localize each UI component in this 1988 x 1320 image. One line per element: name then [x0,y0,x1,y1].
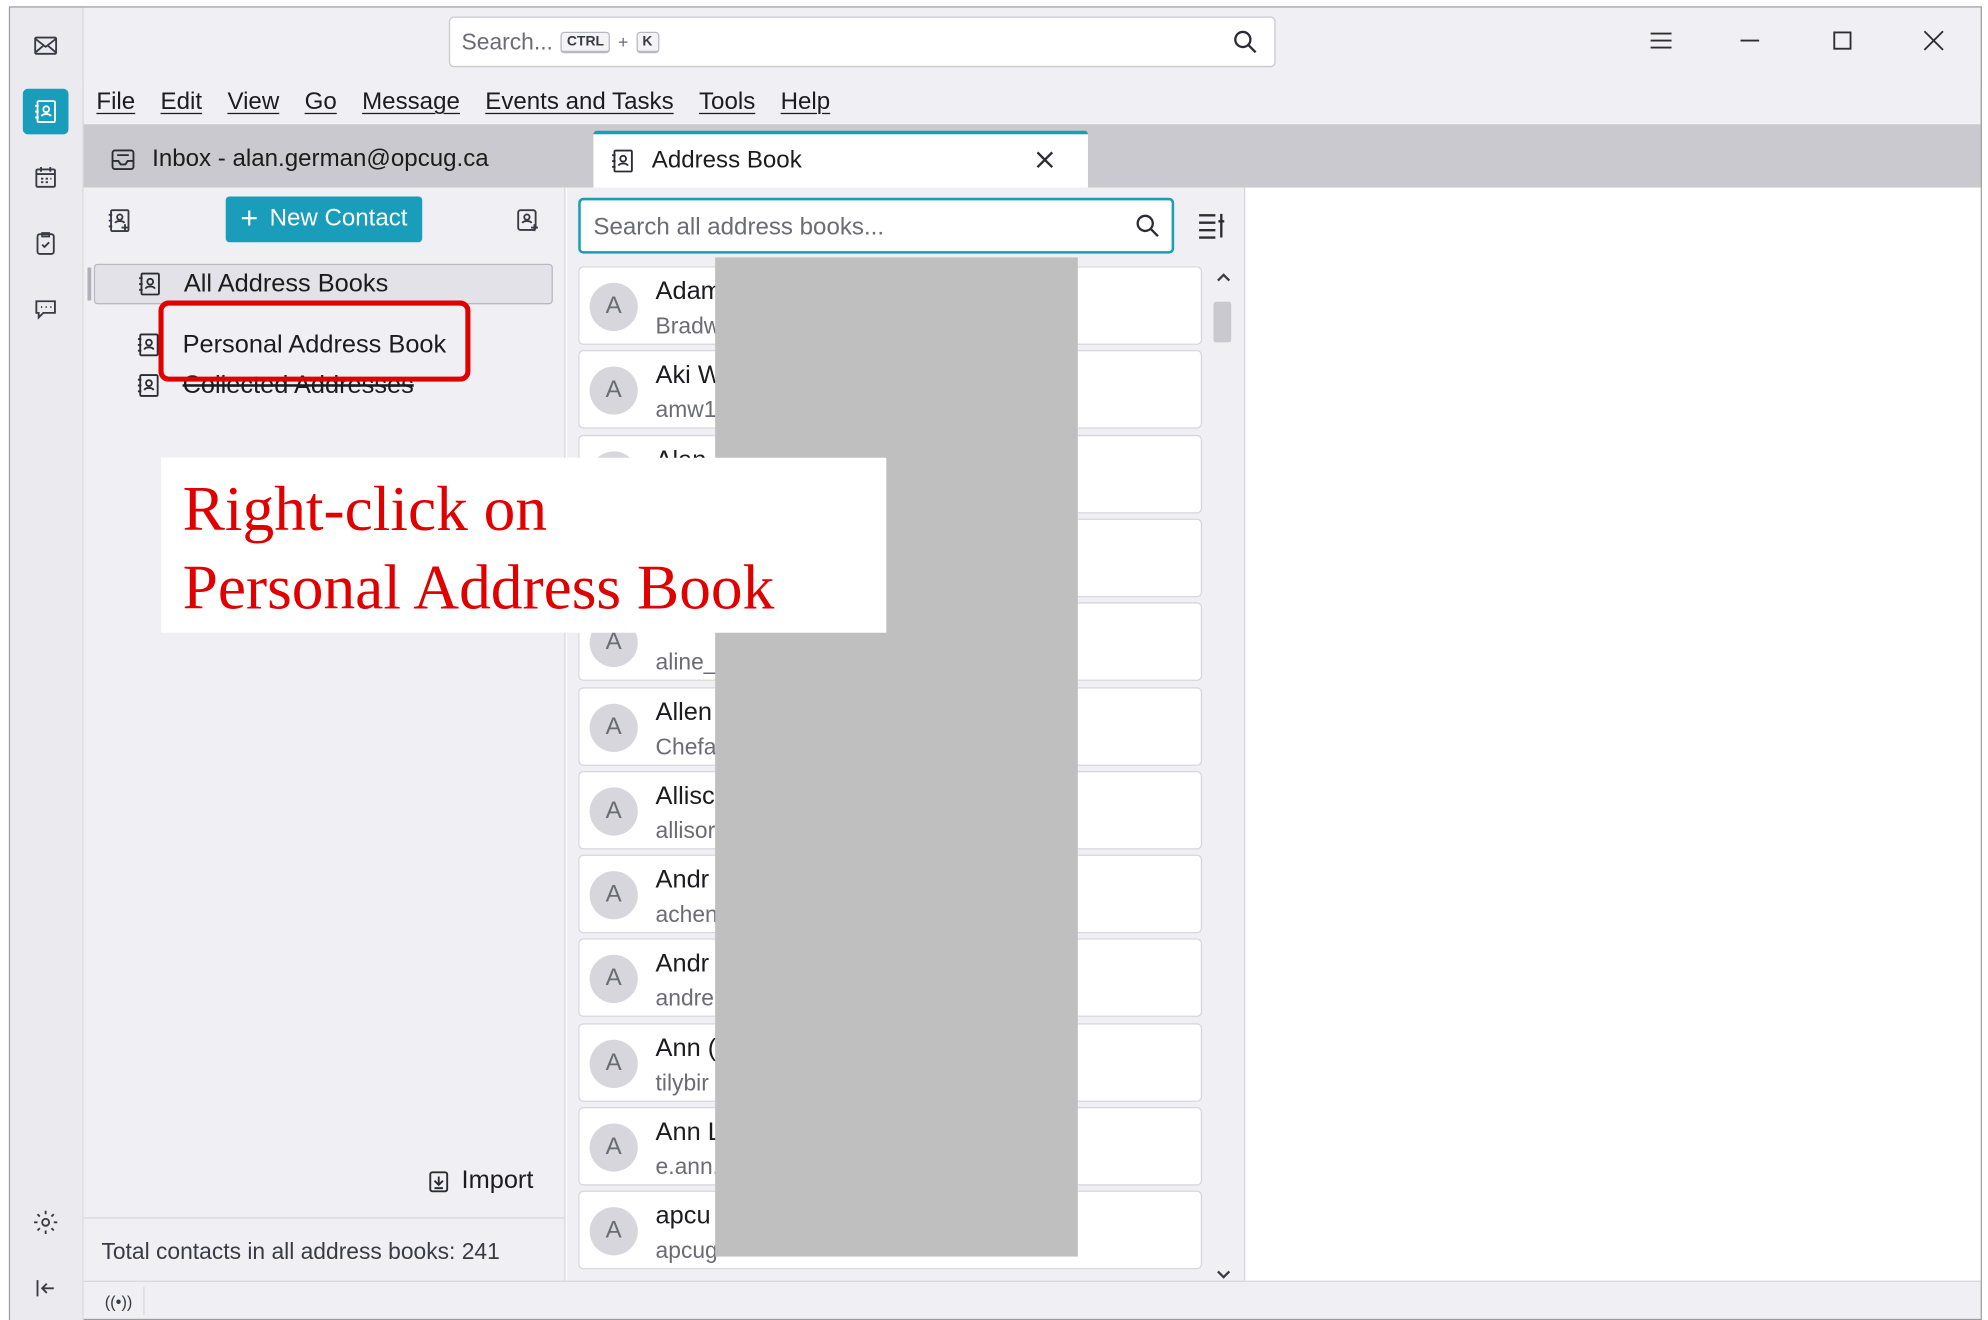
contact-name: Allen [655,698,712,726]
tab-address-book[interactable]: Address Book [593,130,1088,188]
online-status-icon[interactable]: ((•)) [94,1287,145,1315]
app-menu-hamburger-icon[interactable] [1641,20,1682,61]
menu-bar: File Edit View Go Message Events and Tas… [84,81,1981,124]
books-pane-header: + New Contact [84,188,566,256]
annotation-highlight-box [158,300,471,382]
spaces-toolbar [10,7,84,1320]
contact-avatar: A [589,787,638,836]
address-book-space-icon[interactable] [22,88,69,135]
plus-icon: + [240,201,259,236]
search-icon [1234,30,1257,54]
calendar-icon[interactable] [23,155,69,201]
import-label: Import [461,1166,534,1195]
contact-email: tilybir [655,1069,709,1096]
contact-name: Ann L [655,1118,722,1147]
menu-edit[interactable]: Edit [161,89,203,117]
contact-name: Adam [655,277,722,306]
contact-name: Ann ( [655,1034,717,1063]
new-contact-label: New Contact [269,205,408,233]
settings-gear-icon[interactable] [23,1200,69,1246]
contact-email: allisor [655,817,716,843]
address-book-icon [137,374,159,397]
menu-message[interactable]: Message [362,89,460,117]
contact-email: aline_ [655,649,717,675]
menu-file[interactable]: File [96,89,135,117]
book-all-address-books[interactable]: All Address Books [87,263,553,305]
contacts-scrollbar[interactable] [1208,266,1238,1293]
menu-help[interactable]: Help [781,89,831,117]
annotation-text: Right-click on Personal Address Book [183,469,775,626]
app-window: Search... CTRL + K File Edit View Go Mes… [0,0,1988,1320]
contact-email: amw1 [655,397,717,423]
book-label: All Address Books [183,269,389,298]
contact-avatar: A [589,366,638,416]
chat-icon[interactable] [23,287,69,333]
list-display-options-icon[interactable] [1193,208,1229,244]
address-book-icon [612,149,633,173]
contacts-search-placeholder: Search all address books... [593,214,885,241]
contact-avatar: A [589,955,638,1004]
global-search-placeholder: Search... [461,28,553,54]
contact-details-pane [1246,187,1981,1281]
contact-email: apcug [655,1237,718,1264]
redaction-block [715,257,1078,1257]
annotation-line-2: Personal Address Book [182,551,775,623]
total-contacts-text: Total contacts in all address books: 241 [83,1217,566,1288]
search-icon [1136,214,1159,237]
contact-avatar: A [589,1207,638,1256]
address-book-icon [139,272,160,296]
contact-avatar: A [589,703,638,752]
close-window-icon[interactable] [1913,20,1954,61]
status-bar: ((•)) [83,1280,1981,1319]
shortcut-key-ctrl: CTRL [560,31,611,53]
contact-name: Andr [655,950,710,979]
tasks-icon[interactable] [23,221,69,267]
menu-go[interactable]: Go [305,89,337,117]
new-address-book-icon[interactable] [101,203,137,239]
menu-tools[interactable]: Tools [699,89,755,117]
new-contact-button[interactable]: + New Contact [225,196,423,243]
collapse-spaces-icon[interactable] [23,1265,69,1311]
menu-view[interactable]: View [227,89,279,117]
scroll-up-icon[interactable] [1212,266,1235,289]
tab-inbox-label: Inbox - alan.german@opcug.ca [152,145,489,172]
global-search-input[interactable]: Search... CTRL + K [448,16,1276,68]
import-icon [429,1170,449,1192]
contact-avatar: A [589,871,638,920]
tab-inbox[interactable]: Inbox - alan.german@opcug.ca [101,131,583,188]
tab-strip: Inbox - alan.german@opcug.ca Address Boo… [83,124,1981,188]
inbox-icon [111,148,135,170]
contact-email: Bradw [655,313,721,339]
close-tab-icon[interactable] [1032,147,1057,172]
maximize-icon[interactable] [1822,20,1863,61]
contact-name: Aki W [655,361,722,390]
contact-name: Allisc [655,782,715,810]
annotation-line-1: Right-click on [182,472,548,544]
contact-email: Chefa [655,733,717,759]
tab-address-book-label: Address Book [651,147,802,174]
minimize-icon[interactable] [1730,20,1771,61]
contact-name: apcu [655,1202,711,1231]
shortcut-plus: + [617,31,629,52]
contact-name: Andr [655,866,710,895]
contact-avatar: A [589,282,638,331]
import-button[interactable]: Import [426,1167,533,1196]
mail-icon[interactable] [23,23,69,69]
scrollbar-thumb[interactable] [1213,301,1232,343]
contact-avatar: A [589,1039,638,1088]
contacts-search-input[interactable]: Search all address books... [578,197,1175,254]
contact-avatar: A [589,1123,638,1172]
shortcut-key-k: K [635,31,659,53]
title-bar: Search... CTRL + K [83,7,1981,82]
contact-email: achen [655,901,718,928]
contact-email: e.ann. [655,1153,720,1180]
new-list-icon[interactable] [510,203,546,239]
contact-email: andre [655,985,714,1012]
menu-events-and-tasks[interactable]: Events and Tasks [485,89,673,117]
